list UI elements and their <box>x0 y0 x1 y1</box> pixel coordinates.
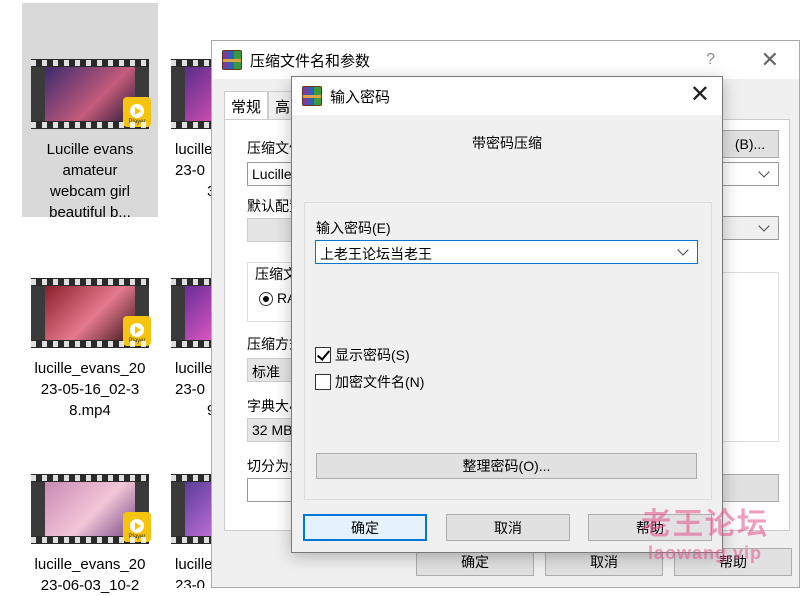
file-item[interactable]: lucille 23-0 9 <box>165 270 215 420</box>
checkbox-empty-icon <box>315 374 331 390</box>
file-name: lucille 23-0 9 <box>175 360 215 419</box>
player-badge-icon: Player <box>123 97 151 127</box>
dialog-heading: 带密码压缩 <box>472 135 542 151</box>
enter-password-label: 输入密码(E) <box>316 220 391 236</box>
ok-button[interactable]: 确定 <box>303 514 427 541</box>
video-thumbnail <box>171 474 215 544</box>
window-title: 压缩文件名和参数 <box>250 52 371 70</box>
video-thumbnail <box>171 278 215 348</box>
browse-button[interactable]: (B)... <box>721 130 779 158</box>
password-dialog: 输入密码 ✕ 带密码压缩 输入密码(E) 上老王论坛当老王 显示密码(S) 加密… <box>291 76 723 553</box>
tab-bar: 常规 高 <box>224 91 298 121</box>
close-icon[interactable]: ✕ <box>690 83 710 107</box>
archive-name-dropdown[interactable] <box>721 162 779 186</box>
encrypt-filenames-checkbox[interactable]: 加密文件名(N) <box>315 372 424 392</box>
chevron-down-icon <box>758 166 770 178</box>
player-badge-icon: Player <box>123 316 151 346</box>
file-item[interactable]: Player lucille_evans_20 23-05-16_02-3 8.… <box>22 270 158 420</box>
options-group <box>721 272 779 442</box>
winrar-icon <box>302 86 322 106</box>
file-item[interactable]: Player Lucille evans amateur webcam girl… <box>22 3 158 221</box>
video-thumbnail: Player <box>31 278 151 348</box>
password-input[interactable]: 上老王论坛当老王 <box>315 240 698 264</box>
password-value: 上老王论坛当老王 <box>320 246 432 262</box>
file-name: lucille 23-0 <box>175 556 213 588</box>
dialog-titlebar[interactable]: 输入密码 <box>292 77 722 115</box>
organize-passwords-button[interactable]: 整理密码(O)... <box>316 453 697 479</box>
file-name: lucille 23-0 3 <box>175 141 215 200</box>
file-item[interactable]: Player lucille_evans_20 23-06-03_10-2 <box>22 466 158 594</box>
checkbox-checked-icon <box>315 347 331 363</box>
window-titlebar[interactable]: 压缩文件名和参数 ? ✕ <box>212 41 799 79</box>
chevron-down-icon <box>758 220 770 232</box>
video-thumbnail: Player <box>31 59 151 129</box>
file-item[interactable]: lucille 23-0 <box>165 466 215 588</box>
profile-dropdown[interactable] <box>721 216 779 240</box>
close-icon[interactable]: ✕ <box>761 47 779 73</box>
video-thumbnail <box>171 59 215 129</box>
player-badge-icon: Player <box>123 512 151 542</box>
show-password-checkbox[interactable]: 显示密码(S) <box>315 345 410 365</box>
radio-selected-icon <box>259 292 273 307</box>
file-name: lucille_evans_20 23-06-03_10-2 <box>34 556 146 594</box>
tab-general[interactable]: 常规 <box>224 91 269 121</box>
chevron-down-icon[interactable] <box>677 244 689 256</box>
dialog-title: 输入密码 <box>330 88 391 106</box>
watermark: 老王论坛 laowang.vip <box>641 508 769 563</box>
video-thumbnail: Player <box>31 474 151 544</box>
winrar-icon <box>222 50 242 70</box>
file-item[interactable]: lucille 23-0 3 <box>165 3 215 217</box>
set-password-button[interactable] <box>721 474 779 502</box>
file-name: Lucille evans amateur webcam girl beauti… <box>46 141 134 221</box>
file-name: lucille_evans_20 23-05-16_02-3 8.mp4 <box>34 360 146 419</box>
cancel-button[interactable]: 取消 <box>446 514 570 541</box>
help-icon[interactable]: ? <box>706 51 715 69</box>
